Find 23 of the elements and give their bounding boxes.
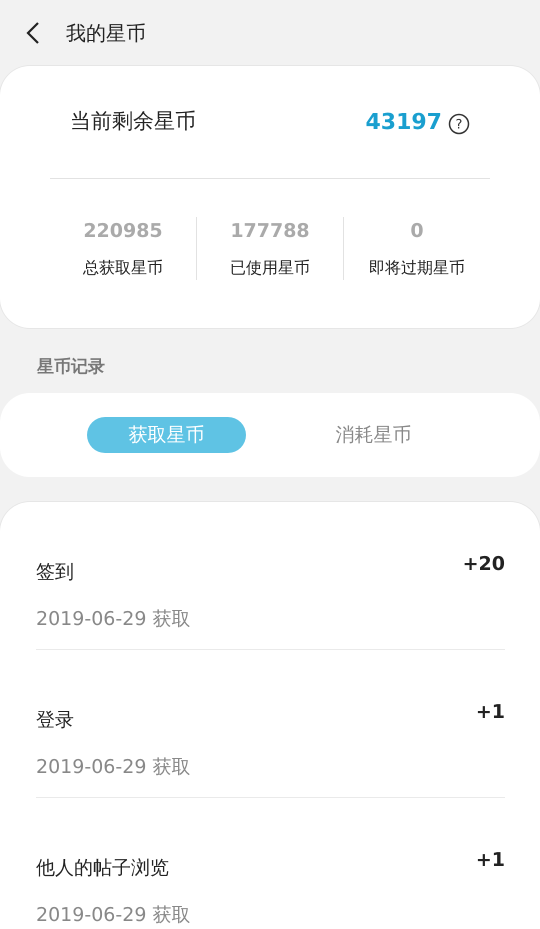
record-amount: +1 <box>476 848 505 873</box>
tab[interactable]: 消耗星币 <box>294 417 453 453</box>
page-title: 我的星币 <box>66 20 146 47</box>
section-title: 星币记录 <box>36 356 106 379</box>
stat-value: 220985 <box>82 219 164 244</box>
stat-label: 已使用星币 <box>229 256 311 278</box>
record-title: 他人的帖子浏览 <box>36 856 169 881</box>
tab[interactable]: 获取星币 <box>87 417 246 453</box>
stat-label: 总获取星币 <box>82 256 164 278</box>
balance-label: 当前剩余星币 <box>70 108 196 136</box>
record-date: 2019-06-29 获取 <box>36 606 192 632</box>
stat-value: 177788 <box>229 219 311 244</box>
record-title: 签到 <box>36 560 74 585</box>
record-date: 2019-06-29 获取 <box>36 754 192 780</box>
record-amount: +20 <box>462 552 505 577</box>
back-icon <box>26 21 40 45</box>
record-title: 登录 <box>36 708 74 733</box>
record-date: 2019-06-29 获取 <box>36 902 192 928</box>
balance-value: 43197 <box>365 108 442 136</box>
help-icon[interactable]: ? <box>448 111 470 133</box>
stat-value: 0 <box>409 219 425 244</box>
record-amount: +1 <box>476 700 505 725</box>
stat-label: 即将过期星币 <box>368 256 466 278</box>
